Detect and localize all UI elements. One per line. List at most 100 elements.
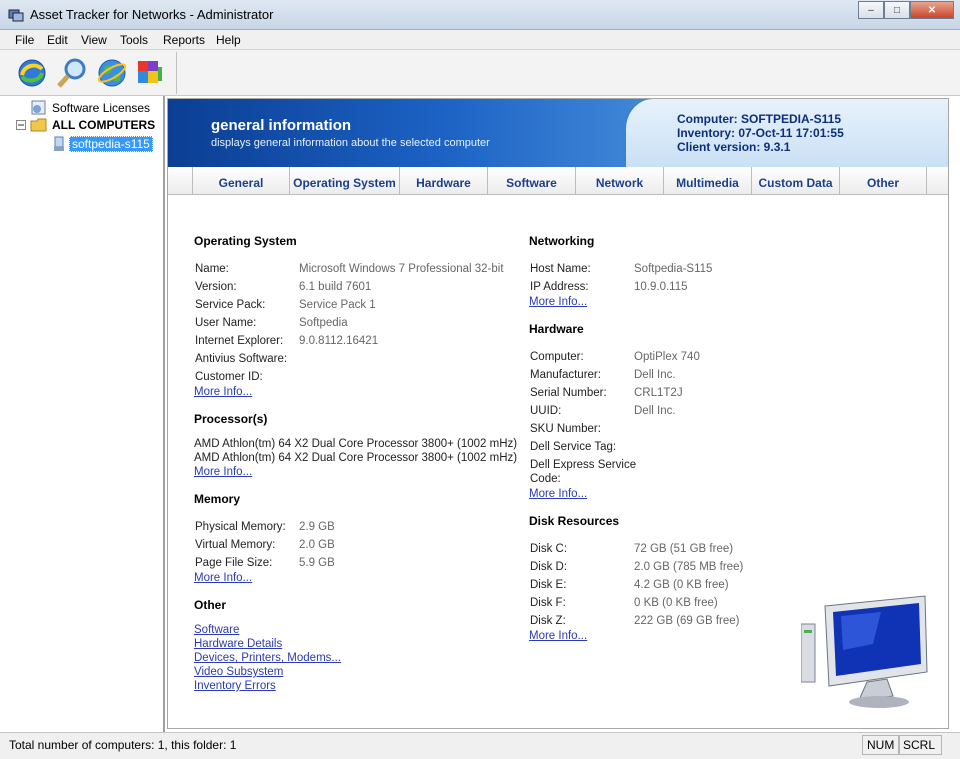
hardware-label: Manufacturer: — [530, 369, 601, 381]
tab-network[interactable]: Network — [575, 167, 663, 195]
scroll-lock-indicator: SCRL — [898, 735, 942, 755]
menu-reports[interactable]: Reports — [163, 33, 205, 47]
tab-multimedia[interactable]: Multimedia — [663, 167, 751, 195]
hardware-heading: Hardware — [529, 322, 584, 336]
minimize-button[interactable]: – — [858, 1, 884, 19]
licenses-icon — [31, 100, 46, 115]
num-lock-indicator: NUM — [862, 735, 900, 755]
os-label: Antivius Software: — [195, 353, 288, 365]
processor-more-info-link[interactable]: More Info... — [194, 466, 252, 478]
window-title: Asset Tracker for Networks - Administrat… — [30, 7, 274, 22]
os-heading: Operating System — [194, 234, 297, 248]
networking-more-info-link[interactable]: More Info... — [529, 296, 587, 308]
menu-view[interactable]: View — [81, 33, 107, 47]
search-button[interactable] — [54, 55, 90, 91]
memory-label: Virtual Memory: — [195, 539, 276, 551]
refresh-icon — [18, 59, 46, 87]
menu-help[interactable]: Help — [216, 33, 241, 47]
main-panel: general information displays general inf… — [167, 98, 949, 729]
tree-item-software-licenses[interactable]: Software Licenses — [30, 100, 150, 116]
globe-icon — [97, 59, 127, 87]
disks-more-info-link[interactable]: More Info... — [529, 630, 587, 642]
hardware-label: Computer: — [530, 351, 584, 363]
menu-file[interactable]: File — [15, 33, 34, 47]
hardware-value: Dell Inc. — [634, 369, 676, 381]
hardware-label: Dell Express Service — [530, 459, 637, 471]
disk-label: Disk F: — [530, 597, 566, 609]
networking-heading: Networking — [529, 234, 595, 248]
menu-bar: File Edit View Tools Reports Help — [0, 30, 960, 50]
memory-heading: Memory — [194, 492, 241, 506]
os-label: User Name: — [195, 317, 257, 329]
os-value: 9.0.8112.16421 — [299, 335, 379, 347]
expand-icon — [16, 120, 26, 130]
os-value: 6.1 build 7601 — [299, 281, 372, 293]
disk-label: Disk D: — [530, 561, 568, 573]
disk-value: 4.2 GB (0 KB free) — [634, 579, 729, 591]
disks-heading: Disk Resources — [529, 514, 620, 528]
monitor-icon — [801, 595, 928, 708]
computer-icon — [54, 136, 64, 151]
tree-item-softpedia-s115[interactable]: softpedia-s115 — [52, 136, 153, 152]
networking-label: IP Address: — [530, 281, 589, 293]
networking-label: Host Name: — [530, 263, 591, 275]
status-bar: Total number of computers: 1, this folde… — [0, 732, 960, 759]
processor-line: AMD Athlon(tm) 64 X2 Dual Core Processor… — [194, 438, 518, 450]
tab-other[interactable]: Other — [839, 167, 927, 195]
close-button[interactable]: ✕ — [910, 1, 954, 19]
disk-label: Disk E: — [530, 579, 567, 591]
tree-item-all-computers[interactable]: ALL COMPUTERS — [16, 118, 155, 132]
other-link-inventory-errors[interactable]: Inventory Errors — [194, 680, 276, 692]
network-button[interactable] — [94, 55, 130, 91]
maximize-button[interactable]: □ — [884, 1, 910, 19]
processor-heading: Processor(s) — [194, 412, 268, 426]
tab-software[interactable]: Software — [487, 167, 575, 195]
package-icon — [138, 61, 162, 83]
os-value: Microsoft Windows 7 Professional 32-bit — [299, 263, 504, 275]
package-button[interactable] — [132, 55, 168, 91]
client-version: Client version: 9.3.1 — [677, 140, 791, 154]
search-icon — [57, 58, 86, 88]
os-label: Version: — [195, 281, 237, 293]
networking-value: Softpedia-S115 — [634, 263, 713, 275]
os-label: Name: — [195, 263, 229, 275]
disk-value: 72 GB (51 GB free) — [634, 543, 734, 555]
tab-operating-system[interactable]: Operating System — [289, 167, 399, 195]
other-heading: Other — [194, 598, 227, 612]
hardware-value: OptiPlex 740 — [634, 351, 700, 363]
memory-value: 5.9 GB — [299, 557, 335, 569]
refresh-button[interactable] — [14, 55, 50, 91]
hardware-label: Dell Service Tag: — [530, 441, 617, 453]
os-more-info-link[interactable]: More Info... — [194, 386, 252, 398]
tab-bar: General Operating System Hardware Softwa… — [168, 167, 948, 195]
toolbar — [0, 50, 960, 96]
os-label: Customer ID: — [195, 371, 263, 383]
memory-more-info-link[interactable]: More Info... — [194, 572, 252, 584]
folder-icon — [30, 118, 47, 132]
memory-label: Physical Memory: — [195, 521, 286, 533]
title-bar: Asset Tracker for Networks - Administrat… — [0, 0, 960, 30]
memory-label: Page File Size: — [195, 557, 273, 569]
hardware-value: CRL1T2J — [634, 387, 683, 399]
other-link-devices[interactable]: Devices, Printers, Modems... — [194, 652, 341, 664]
other-link-software[interactable]: Software — [194, 624, 239, 636]
disk-label: Disk C: — [530, 543, 568, 555]
disk-value: 2.0 GB (785 MB free) — [634, 561, 744, 573]
menu-edit[interactable]: Edit — [47, 33, 68, 47]
os-label: Internet Explorer: — [195, 335, 284, 347]
banner-title: general information — [211, 117, 352, 134]
menu-tools[interactable]: Tools — [120, 33, 148, 47]
hardware-value: Dell Inc. — [634, 405, 676, 417]
tab-general[interactable]: General — [192, 167, 289, 195]
tab-custom-data[interactable]: Custom Data — [751, 167, 839, 195]
banner-subtitle: displays general information about the s… — [211, 137, 490, 149]
disk-value: 0 KB (0 KB free) — [634, 597, 718, 609]
hardware-label: UUID: — [530, 405, 562, 417]
processor-line: AMD Athlon(tm) 64 X2 Dual Core Processor… — [194, 452, 518, 464]
computer-name: Computer: SOFTPEDIA-S115 — [677, 112, 842, 126]
other-link-video-subsystem[interactable]: Video Subsystem — [194, 666, 283, 678]
tab-hardware[interactable]: Hardware — [399, 167, 487, 195]
other-link-hardware-details[interactable]: Hardware Details — [194, 638, 282, 650]
hardware-label: Serial Number: — [530, 387, 607, 399]
hardware-more-info-link[interactable]: More Info... — [529, 488, 587, 500]
